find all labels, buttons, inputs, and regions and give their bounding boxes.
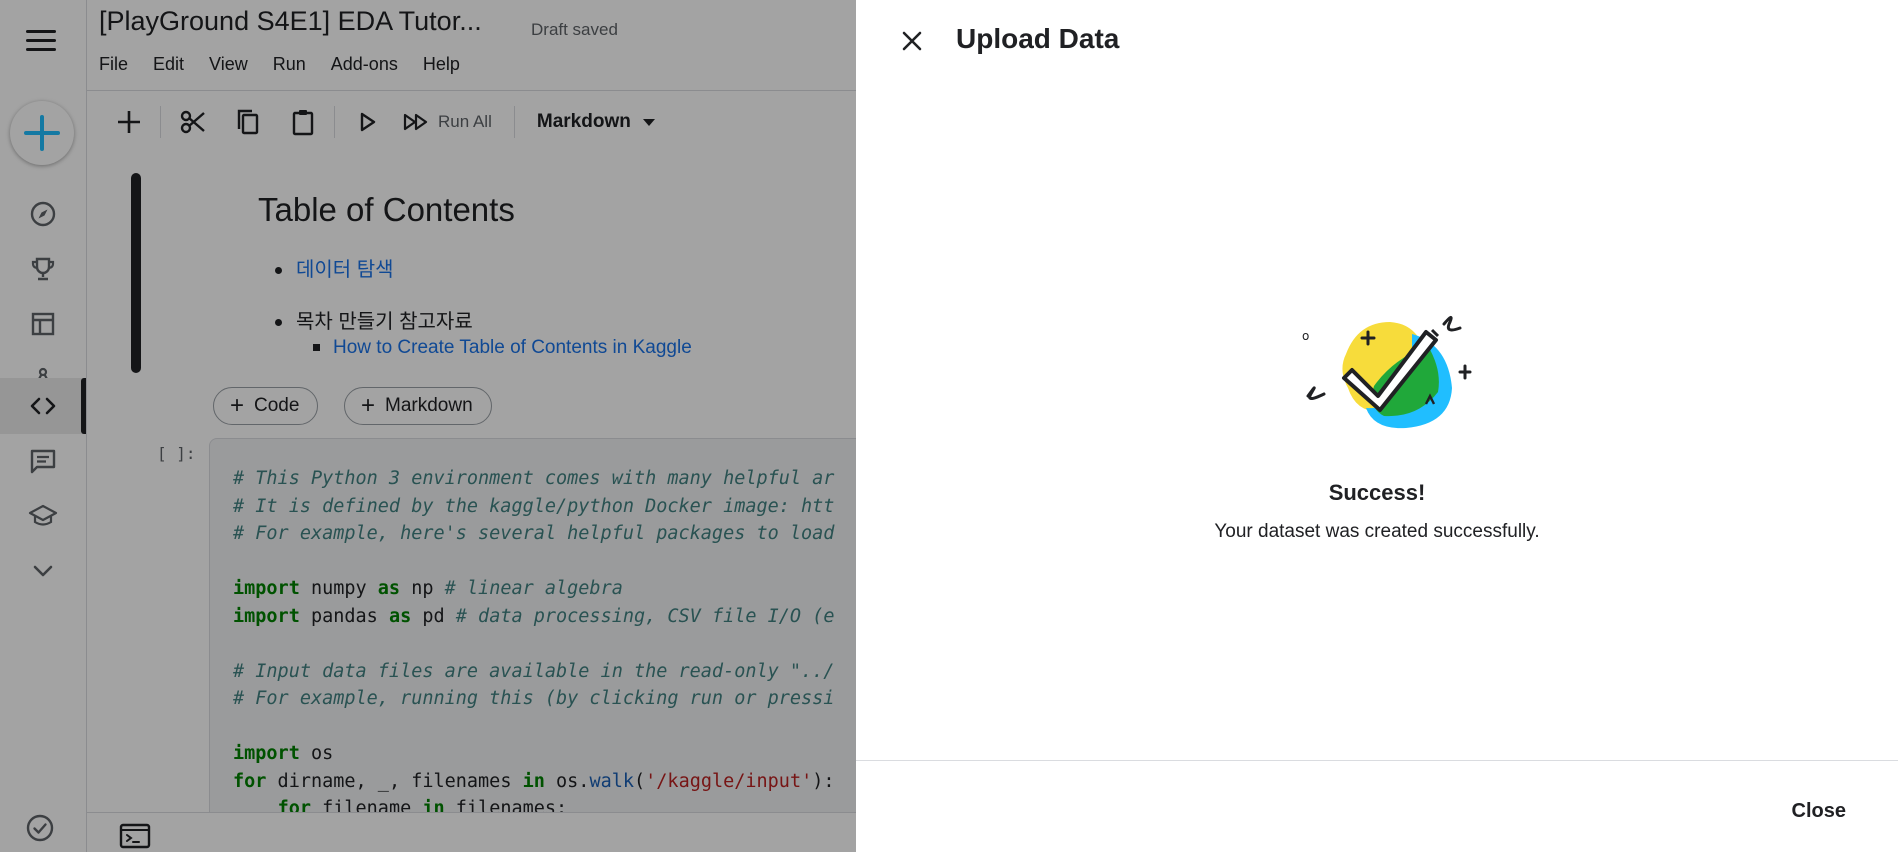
divider bbox=[856, 760, 1898, 761]
success-title: Success! bbox=[1328, 480, 1426, 505]
upload-data-panel: Upload Data o Success! Your dataset was … bbox=[856, 0, 1898, 852]
close-icon[interactable] bbox=[896, 25, 928, 57]
svg-text:o: o bbox=[1302, 329, 1309, 343]
close-button[interactable]: Close bbox=[1792, 800, 1846, 823]
success-checkmark-illustration: o bbox=[1302, 316, 1472, 429]
modal-backdrop[interactable] bbox=[0, 0, 856, 852]
success-message: Your dataset was created successfully. bbox=[1214, 521, 1540, 542]
panel-title: Upload Data bbox=[956, 23, 1120, 54]
